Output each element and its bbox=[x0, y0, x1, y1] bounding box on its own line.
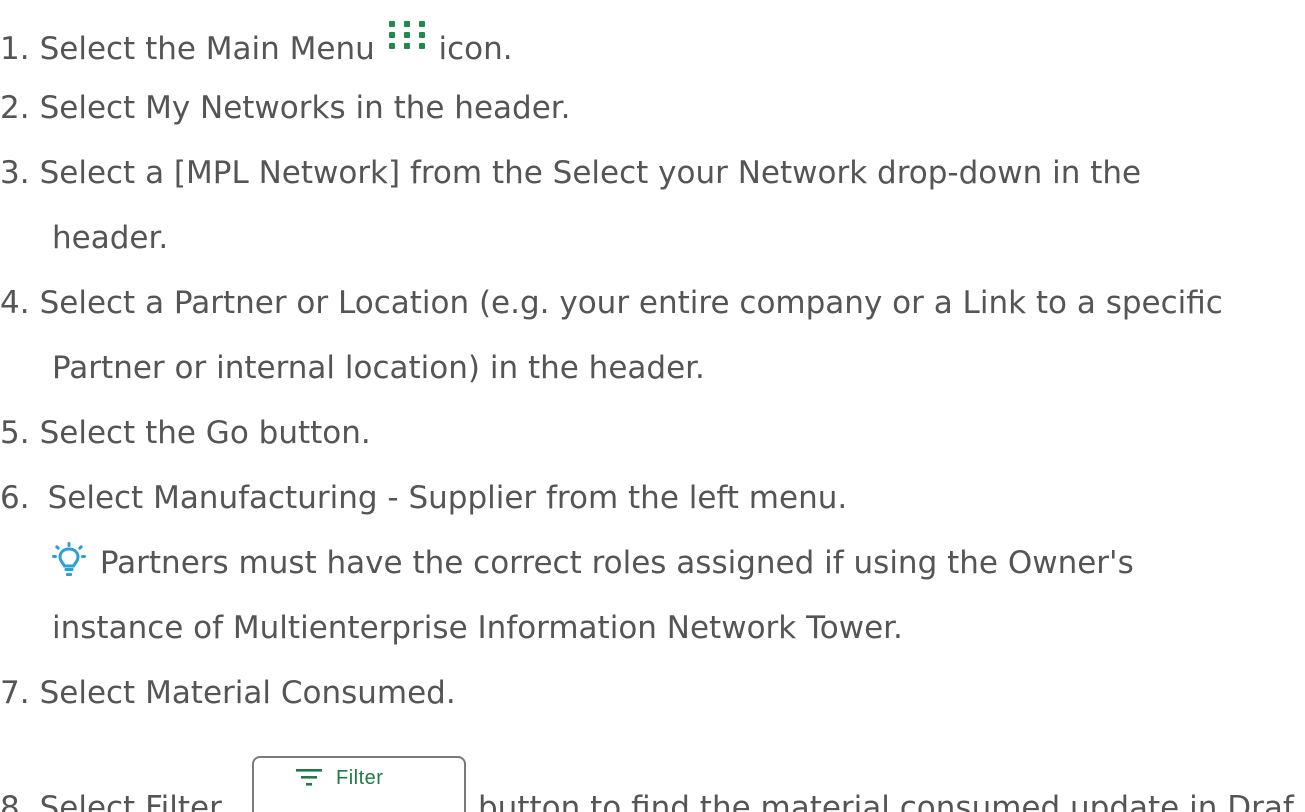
step-3-continuation: header. bbox=[52, 216, 168, 260]
step-text: Partner or internal location) in the hea… bbox=[52, 350, 705, 386]
step-text-after: icon. bbox=[438, 31, 513, 67]
step-number: 5. bbox=[0, 415, 30, 451]
step-number: 6. bbox=[0, 480, 30, 516]
step-text: Select the Go button. bbox=[39, 415, 371, 451]
step-text: Select My Networks in the header. bbox=[39, 90, 571, 126]
step-6: 6. Select Manufacturing - Supplier from t… bbox=[0, 476, 847, 520]
tip-note: Partners must have the correct roles ass… bbox=[52, 541, 1134, 585]
filter-button-label: Filter bbox=[336, 767, 384, 789]
step-number: 7. bbox=[0, 675, 30, 711]
filter-lines-icon bbox=[296, 769, 322, 786]
step-4-continuation: Partner or internal location) in the hea… bbox=[52, 346, 705, 390]
filter-button-content: Filter bbox=[296, 762, 383, 794]
step-text-after: button to find the material consumed upd… bbox=[478, 790, 1294, 812]
lightbulb-icon bbox=[52, 542, 86, 576]
step-text: Select the Main Menu bbox=[39, 31, 375, 67]
step-5: 5. Select the Go button. bbox=[0, 411, 371, 455]
step-number: 4. bbox=[0, 285, 30, 321]
tip-note-continuation: instance of Multienterprise Information … bbox=[52, 606, 903, 650]
step-8: 8. Select Filter bbox=[0, 786, 222, 812]
step-number: 8. bbox=[0, 790, 30, 812]
step-number: 2. bbox=[0, 90, 30, 126]
step-text: Select Filter bbox=[39, 790, 222, 812]
filter-button[interactable]: Filter bbox=[252, 756, 466, 812]
step-text: Select a [MPL Network] from the Select y… bbox=[39, 155, 1142, 191]
step-text: Select a Partner or Location (e.g. your … bbox=[39, 285, 1223, 321]
step-text: header. bbox=[52, 220, 169, 256]
instruction-steps: 1. Select the Main Menu icon. 2. Select My… bbox=[0, 0, 1305, 812]
tip-text: Partners must have the correct roles ass… bbox=[99, 545, 1134, 581]
step-4: 4. Select a Partner or Location (e.g. you… bbox=[0, 281, 1223, 325]
step-8-after: button to find the material consumed upd… bbox=[478, 786, 1294, 812]
step-3: 3. Select a [MPL Network] from the Select… bbox=[0, 151, 1141, 195]
step-7: 7. Select Material Consumed. bbox=[0, 671, 456, 715]
step-number: 1. bbox=[0, 31, 30, 67]
step-2: 2. Select My Networks in the header. bbox=[0, 86, 571, 130]
step-text: Select Material Consumed. bbox=[39, 675, 456, 711]
tip-text: instance of Multienterprise Information … bbox=[52, 610, 903, 646]
step-text: Select Manufacturing - Supplier from the… bbox=[47, 480, 848, 516]
grid-menu-icon bbox=[388, 21, 425, 49]
step-1: 1. Select the Main Menu icon. bbox=[0, 21, 513, 67]
step-number: 3. bbox=[0, 155, 30, 191]
